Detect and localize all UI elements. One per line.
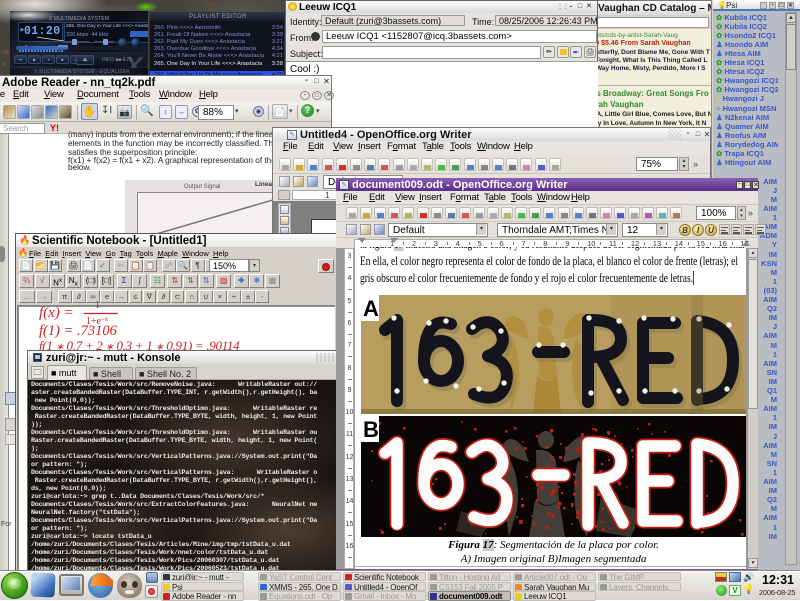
svg-text:B: B <box>363 417 379 442</box>
svg-text:A: A <box>363 296 379 321</box>
